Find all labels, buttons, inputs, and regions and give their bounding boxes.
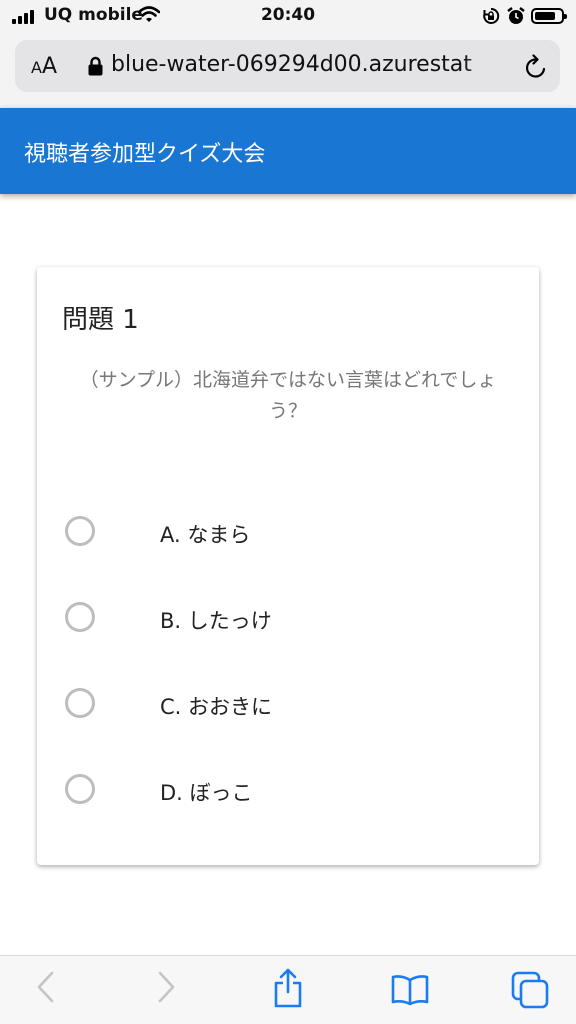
alarm-icon <box>507 7 525 24</box>
url-text[interactable]: blue-water-069294d00.azurestat <box>111 52 511 80</box>
answer-option-d[interactable]: D. ぼっこ <box>63 771 513 811</box>
tabs-icon[interactable] <box>511 971 551 1011</box>
answer-option-a[interactable]: A. なまら <box>63 513 513 553</box>
back-icon[interactable] <box>34 970 58 1004</box>
question-text: （サンプル）北海道弁ではない言葉はどれでしょう？ <box>79 369 497 422</box>
battery-icon <box>531 8 567 24</box>
radio-button[interactable] <box>65 774 95 804</box>
radio-button[interactable] <box>65 602 95 632</box>
quiz-card: 問題 1 （サンプル）北海道弁ではない言葉はどれでしょう？ A. なまら B. … <box>37 267 539 865</box>
status-bar: UQ mobile 20:40 <box>0 0 576 32</box>
answer-option-c[interactable]: C. おおきに <box>63 685 513 725</box>
reload-icon[interactable] <box>524 54 548 80</box>
address-bar[interactable]: AA blue-water-069294d00.azurestat <box>15 40 560 92</box>
radio-button[interactable] <box>65 688 95 718</box>
question-title: 問題 1 <box>62 305 139 335</box>
answer-option-b[interactable]: B. したっけ <box>63 599 513 639</box>
text-size-label-large: A <box>41 54 58 79</box>
app-title: 視聴者参加型クイズ大会 <box>24 142 266 167</box>
rotation-lock-icon <box>483 7 500 24</box>
radio-button[interactable] <box>65 516 95 546</box>
padlock-icon <box>88 56 103 76</box>
bookmarks-icon[interactable] <box>390 974 430 1006</box>
browser-toolbar <box>0 955 576 1024</box>
option-label: B. したっけ <box>160 609 272 633</box>
forward-icon[interactable] <box>154 970 178 1004</box>
option-label: C. おおきに <box>160 695 273 719</box>
app-header: 視聴者参加型クイズ大会 <box>0 108 576 194</box>
browser-address-area: AA blue-water-069294d00.azurestat <box>0 32 576 108</box>
text-size-button[interactable]: AA <box>31 54 57 79</box>
share-icon[interactable] <box>272 968 304 1008</box>
text-size-label: AA <box>31 54 58 79</box>
option-label: A. なまら <box>160 523 251 547</box>
option-label: D. ぼっこ <box>160 781 253 805</box>
